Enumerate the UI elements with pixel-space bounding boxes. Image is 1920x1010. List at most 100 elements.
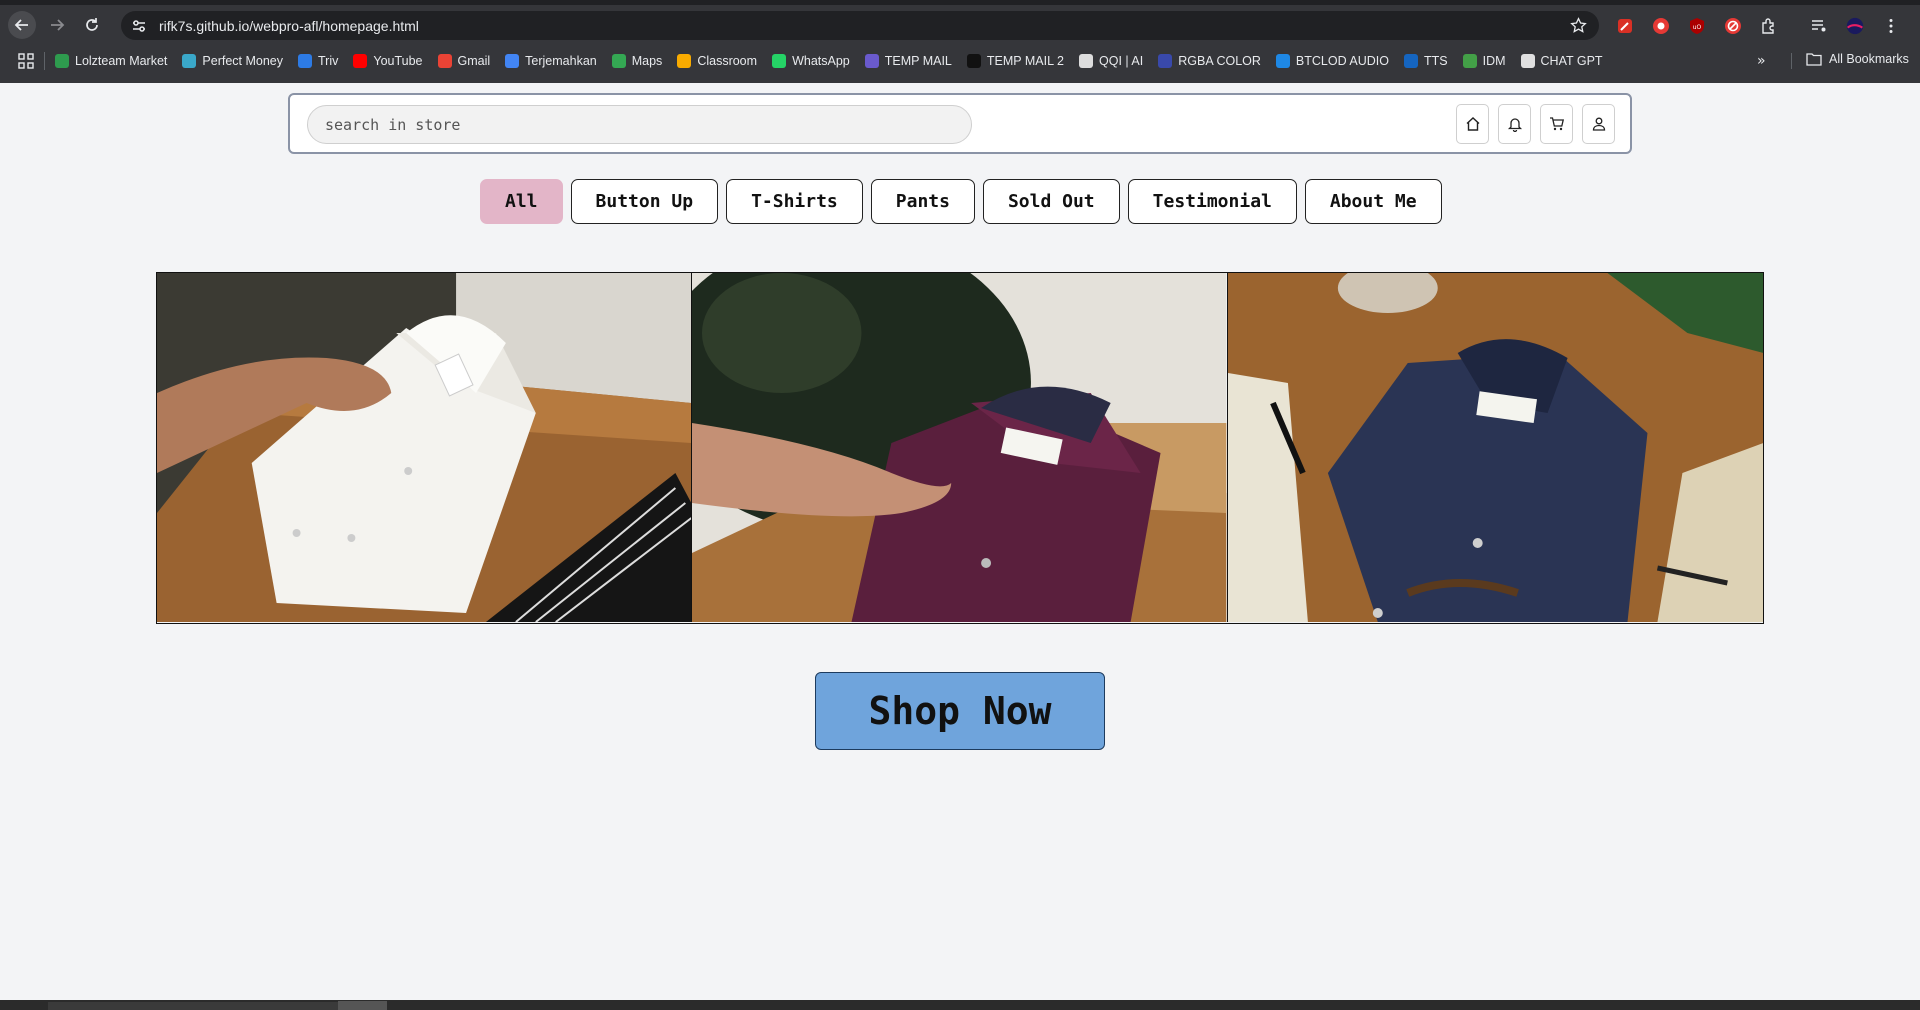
bookmark-item[interactable]: BTCLOD AUDIO	[1275, 54, 1389, 68]
apps-grid-icon[interactable]	[18, 53, 34, 69]
bookmark-label: TEMP MAIL 2	[986, 54, 1064, 68]
url-text[interactable]: rifk7s.github.io/webpro-afl/homepage.htm…	[159, 18, 419, 34]
category-tabs: All Button Up T-Shirts Pants Sold Out Te…	[480, 179, 1442, 224]
bookmark-item[interactable]: IDM	[1462, 54, 1506, 68]
extension-ublock[interactable]: uO	[1684, 13, 1709, 38]
bookmark-label: QQI | AI	[1099, 54, 1144, 68]
tab-pants[interactable]: Pants	[870, 179, 975, 224]
search-input[interactable]	[307, 105, 972, 144]
bookmark-item[interactable]: Classroom	[677, 54, 757, 68]
bookmark-label: TTS	[1423, 54, 1448, 68]
reload-icon	[86, 18, 98, 31]
bookmark-item[interactable]: TEMP MAIL	[864, 54, 952, 68]
bookmark-label: Maps	[631, 54, 663, 68]
tab-all[interactable]: All	[480, 179, 563, 224]
tab-button-up[interactable]: Button Up	[570, 179, 719, 224]
bookmark-label: CHAT GPT	[1540, 54, 1603, 68]
extensions-button[interactable]	[1756, 13, 1781, 38]
bookmark-item[interactable]: YouTube	[353, 54, 423, 68]
tab-t-shirts[interactable]: T-Shirts	[726, 179, 863, 224]
tab-sold-out[interactable]: Sold Out	[982, 179, 1120, 224]
bookmark-favicon-icon	[1403, 54, 1418, 68]
bookmarks-separator	[44, 52, 45, 70]
bookmark-label: Terjemahkan	[525, 54, 597, 68]
browser-menu-button[interactable]	[1878, 13, 1903, 38]
bookmark-item[interactable]: CHAT GPT	[1520, 54, 1603, 68]
bookmark-label: Lolzteam Market	[75, 54, 168, 68]
pen-extension-icon	[1617, 18, 1632, 33]
store-header	[288, 93, 1632, 154]
bookmark-favicon-icon	[437, 54, 452, 68]
browser-chrome: rifk7s.github.io/webpro-afl/homepage.htm…	[0, 0, 1920, 83]
notifications-button[interactable]	[1498, 104, 1531, 144]
bookmark-favicon-icon	[1275, 54, 1290, 68]
all-bookmarks-label: All Bookmarks	[1829, 52, 1909, 66]
navy-shirt-image	[1227, 273, 1763, 622]
reload-button[interactable]	[78, 11, 106, 39]
profile-button[interactable]	[1842, 13, 1867, 38]
record-extension-icon	[1652, 17, 1669, 34]
bookmarks-bar: Lolzteam Market Perfect Money Triv YouTube G…	[0, 45, 1920, 77]
kebab-menu-icon	[1889, 18, 1892, 33]
cart-button[interactable]	[1540, 104, 1573, 144]
media-controls-button[interactable]	[1806, 13, 1831, 38]
back-button[interactable]	[8, 11, 36, 39]
home-icon	[1466, 117, 1479, 131]
os-taskbar	[0, 1000, 1920, 1010]
profile-avatar-icon	[1846, 17, 1863, 34]
cart-icon	[1549, 117, 1564, 131]
bookmark-item[interactable]: TTS	[1403, 54, 1448, 68]
bookmark-item[interactable]: TEMP MAIL 2	[966, 54, 1064, 68]
bookmark-item[interactable]: QQI | AI	[1079, 54, 1143, 68]
back-arrow-icon	[14, 19, 28, 31]
extension-blocker[interactable]	[1720, 13, 1745, 38]
ublock-icon: uO	[1689, 17, 1704, 34]
bookmark-item[interactable]: Lolzteam Market	[55, 54, 167, 68]
bell-icon	[1507, 118, 1522, 132]
bookmark-star-icon[interactable]	[1570, 17, 1587, 34]
bookmark-item[interactable]: Perfect Money	[182, 54, 283, 68]
bookmark-favicon-icon	[611, 54, 626, 68]
bookmark-label: WhatsApp	[792, 54, 850, 68]
site-info-icon[interactable]	[131, 18, 147, 34]
bookmark-label: Perfect Money	[202, 54, 283, 68]
tab-testimonial[interactable]: Testimonial	[1127, 179, 1297, 224]
block-icon	[1724, 17, 1741, 34]
all-bookmarks-button[interactable]: All Bookmarks	[1806, 52, 1909, 66]
bookmark-favicon-icon	[55, 54, 69, 68]
tab-about-me[interactable]: About Me	[1304, 179, 1442, 224]
bookmark-favicon-icon	[864, 54, 879, 68]
bookmark-item[interactable]: WhatsApp	[772, 54, 850, 68]
bookmark-favicon-icon	[1079, 54, 1093, 68]
more-bookmarks-chevron-icon[interactable]: »	[1757, 53, 1766, 69]
taskbar-app-active[interactable]	[338, 1001, 387, 1010]
taskbar-app[interactable]	[48, 1002, 338, 1010]
white-shirt-photo	[157, 273, 693, 622]
bookmark-item[interactable]: Maps	[611, 54, 663, 68]
address-bar[interactable]: rifk7s.github.io/webpro-afl/homepage.htm…	[121, 11, 1599, 40]
forward-button[interactable]	[43, 11, 71, 39]
extension-red-pen[interactable]	[1612, 13, 1637, 38]
bookmark-favicon-icon	[505, 54, 520, 68]
bookmark-label: Gmail	[457, 54, 491, 68]
bookmark-label: RGBA COLOR	[1178, 54, 1261, 68]
bookmark-favicon-icon	[182, 54, 197, 68]
bookmark-favicon-icon	[1462, 54, 1477, 68]
home-button[interactable]	[1456, 104, 1489, 144]
bookmark-favicon-icon	[966, 54, 981, 68]
bookmark-item[interactable]: RGBA COLOR	[1158, 54, 1261, 68]
puzzle-icon	[1761, 17, 1774, 34]
purple-shirt-photo	[692, 273, 1228, 622]
extension-red-circle[interactable]	[1648, 13, 1673, 38]
user-icon	[1592, 117, 1605, 131]
bookmarks-divider	[1791, 53, 1792, 69]
shop-now-button[interactable]: Shop Now	[815, 672, 1105, 750]
purple-shirt-image	[692, 273, 1227, 622]
header-icon-group	[1456, 104, 1615, 144]
bookmark-item[interactable]: Gmail	[437, 54, 491, 68]
bookmark-item[interactable]: Terjemahkan	[505, 54, 597, 68]
profile-user-button[interactable]	[1582, 104, 1615, 144]
playlist-icon	[1811, 19, 1825, 31]
bookmark-item[interactable]: Triv	[298, 54, 338, 68]
bookmark-label: YouTube	[373, 54, 423, 68]
